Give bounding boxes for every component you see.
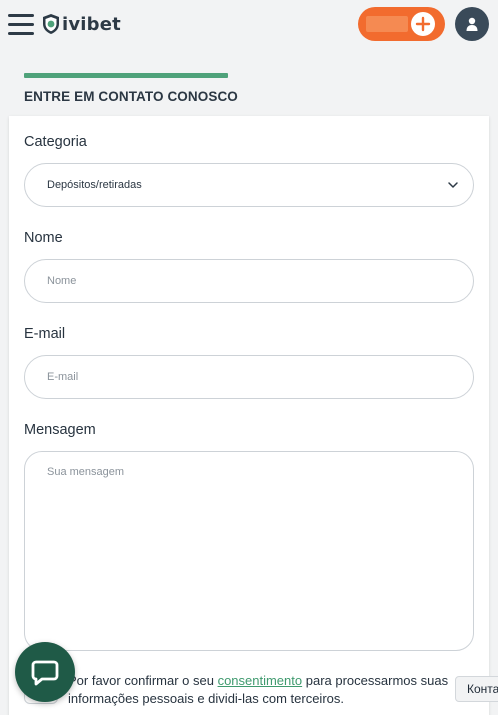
- name-input[interactable]: [47, 260, 437, 302]
- name-field-wrapper: [24, 259, 474, 303]
- consent-link[interactable]: consentimento: [218, 673, 303, 688]
- consent-prefix: Por favor confirmar o seu: [68, 673, 218, 688]
- user-icon[interactable]: [455, 7, 489, 41]
- hamburger-menu-icon[interactable]: [8, 14, 34, 36]
- plus-icon: [411, 12, 435, 36]
- category-select[interactable]: Depósitos/retiradas: [24, 163, 474, 207]
- top-bar: ivibet: [0, 0, 498, 50]
- category-selected-value: Depósitos/retiradas: [47, 179, 142, 191]
- email-field-wrapper: [24, 355, 474, 399]
- message-textarea[interactable]: [47, 466, 457, 636]
- message-field-wrapper: [24, 451, 474, 651]
- email-input[interactable]: [47, 356, 437, 398]
- title-accent-bar: [24, 73, 228, 78]
- brand-logo[interactable]: ivibet: [42, 12, 121, 36]
- email-label: E-mail: [24, 326, 66, 342]
- consent-text: Por favor confirmar o seu consentimento …: [68, 672, 468, 708]
- deposit-button[interactable]: [358, 7, 445, 41]
- chevron-down-icon: [448, 182, 458, 188]
- brand-name: ivibet: [62, 13, 121, 35]
- contact-tab[interactable]: Контакты: [455, 676, 498, 702]
- shield-logo-icon: [43, 14, 59, 34]
- name-label: Nome: [24, 230, 63, 246]
- chat-button[interactable]: [15, 642, 75, 702]
- category-label: Categoria: [24, 134, 87, 150]
- page-title: ENTRE EM CONTATO CONOSCO: [24, 89, 238, 104]
- message-label: Mensagem: [24, 422, 96, 438]
- balance-placeholder: [366, 16, 408, 32]
- chat-bubble-icon: [31, 660, 59, 686]
